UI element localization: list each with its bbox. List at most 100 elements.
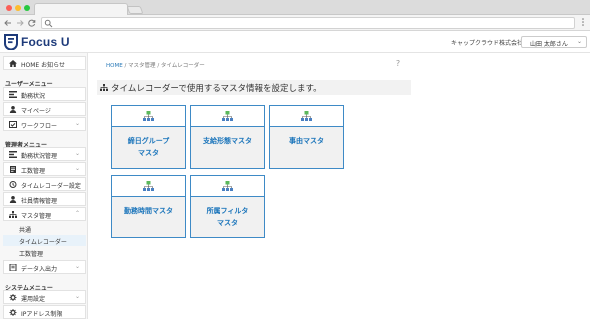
chevron-up-icon: ⌃ bbox=[74, 210, 80, 217]
chevron-down-icon: ⌄ bbox=[74, 293, 80, 300]
focus-u-logo-icon bbox=[4, 34, 18, 50]
sidebar-item-workflow[interactable]: ワークフロー ⌄ bbox=[3, 117, 86, 131]
user-name: 山田 太郎さん bbox=[530, 41, 568, 48]
clock-icon bbox=[9, 181, 17, 188]
chevron-down-icon: ⌄ bbox=[74, 180, 80, 187]
sidebar-item-label: HOME お知らせ bbox=[21, 62, 65, 69]
sidebar-subitem-label: 共通 bbox=[19, 227, 32, 234]
sidebar-item-label: データ入出力 bbox=[21, 266, 58, 273]
reload-button[interactable] bbox=[27, 17, 37, 28]
org-chart-icon bbox=[143, 111, 154, 121]
card-label-line1: 支給形態マスタ bbox=[203, 137, 252, 145]
sidebar-item-home[interactable]: HOME お知らせ bbox=[3, 56, 86, 70]
file-transfer-icon bbox=[9, 264, 17, 271]
sitemap-icon bbox=[100, 84, 108, 91]
maximize-window-button[interactable] bbox=[24, 5, 30, 11]
user-menu-select[interactable]: 山田 太郎さん ⌄ bbox=[521, 36, 587, 48]
card-label-line2: マスタ bbox=[217, 219, 238, 227]
card-label-line1: 所属フィルタ bbox=[206, 207, 249, 215]
sidebar-item-label: IPアドレス制限 bbox=[21, 311, 63, 318]
sidebar-subitem-manhours[interactable]: 工数管理 bbox=[3, 247, 86, 258]
user-icon bbox=[9, 106, 17, 113]
sidebar-item-label: マスタ管理 bbox=[21, 213, 52, 220]
sidebar-subitem-timerecorder[interactable]: タイムレコーダー bbox=[3, 235, 86, 246]
list-icon bbox=[9, 91, 17, 98]
sidebar-item-label: 勤務状況管理 bbox=[21, 153, 58, 160]
arrow-right-icon bbox=[17, 20, 24, 26]
card-work-hours-master[interactable]: 勤務時間マスタ bbox=[111, 175, 186, 238]
chevron-down-icon: ⌄ bbox=[74, 165, 80, 172]
sidebar-item-ip-restriction[interactable]: IPアドレス制限 bbox=[3, 305, 86, 319]
sidebar-item-timerecorder-settings[interactable]: タイムレコーダー設定 ⌄ bbox=[3, 177, 86, 191]
sidebar-item-attendance[interactable]: 勤務状況 bbox=[3, 87, 86, 101]
sidebar-item-operation-settings[interactable]: 運用設定 ⌄ bbox=[3, 290, 86, 304]
company-name: キャップクラウド株式会社 bbox=[451, 40, 524, 47]
card-header bbox=[191, 106, 264, 127]
breadcrumb-separator: / bbox=[157, 63, 160, 69]
sidebar-item-mypage[interactable]: マイページ bbox=[3, 102, 86, 116]
card-header bbox=[112, 106, 185, 127]
sidebar-subitem-label: タイムレコーダー bbox=[19, 239, 67, 246]
card-body: 締日グループ マスタ bbox=[112, 127, 185, 168]
chevron-down-icon: ⌄ bbox=[74, 120, 80, 127]
chevron-down-icon: ⌄ bbox=[576, 38, 582, 45]
org-chart-icon bbox=[222, 111, 233, 121]
sidebar-item-label: 工数管理 bbox=[21, 168, 46, 175]
page-title-bar: タイムレコーダーで使用するマスタ情報を設定します。 bbox=[97, 80, 411, 95]
list-icon bbox=[9, 151, 17, 158]
sidebar-item-label: 勤務状況 bbox=[21, 93, 46, 100]
user-icon bbox=[9, 196, 17, 203]
browser-tab[interactable] bbox=[34, 3, 128, 15]
sidebar-subitem-common[interactable]: 共通 bbox=[3, 223, 86, 234]
org-chart-icon bbox=[222, 181, 233, 191]
card-label-line1: 勤務時間マスタ bbox=[124, 207, 173, 215]
sidebar-item-manhours[interactable]: 工数管理 ⌄ bbox=[3, 162, 86, 176]
sidebar-item-attendance-admin[interactable]: 勤務状況管理 ⌄ bbox=[3, 147, 86, 161]
card-header bbox=[191, 176, 264, 197]
reload-icon bbox=[28, 19, 36, 27]
org-chart-icon bbox=[143, 181, 154, 191]
card-payment-type-master[interactable]: 支給形態マスタ bbox=[190, 105, 265, 169]
magnifier-icon bbox=[44, 19, 53, 28]
logo[interactable]: Focus U bbox=[4, 33, 84, 51]
sidebar-item-label: 運用設定 bbox=[21, 296, 46, 303]
card-body: 事由マスタ bbox=[270, 127, 343, 168]
minimize-window-button[interactable] bbox=[15, 5, 21, 11]
card-body: 勤務時間マスタ bbox=[112, 197, 185, 237]
card-closing-group-master[interactable]: 締日グループ マスタ bbox=[111, 105, 186, 169]
gear-icon bbox=[9, 309, 17, 316]
back-button[interactable] bbox=[3, 17, 13, 28]
help-button[interactable]: ? bbox=[394, 59, 402, 69]
card-label-line2: マスタ bbox=[138, 149, 159, 157]
org-chart-icon bbox=[301, 111, 312, 121]
chevron-down-icon: ⌄ bbox=[74, 263, 80, 270]
browser-tab-strip bbox=[0, 0, 590, 15]
breadcrumb-current: タイムレコーダー bbox=[160, 63, 205, 69]
breadcrumb-level1[interactable]: マスタ管理 bbox=[128, 63, 156, 69]
breadcrumb-home-link[interactable]: HOME bbox=[106, 63, 123, 69]
sitemap-icon bbox=[9, 211, 17, 218]
sidebar-item-label: ワークフロー bbox=[21, 123, 58, 130]
browser-menu-button[interactable] bbox=[580, 17, 586, 28]
sidebar-item-data-io[interactable]: データ入出力 ⌄ bbox=[3, 260, 86, 274]
card-body: 所属フィルタ マスタ bbox=[191, 197, 264, 237]
card-header bbox=[270, 106, 343, 127]
sidebar-item-label: 社員情報管理 bbox=[21, 198, 58, 205]
app-header: Focus U キャップクラウド株式会社 山田 太郎さん ⌄ bbox=[0, 31, 590, 53]
gear-icon bbox=[9, 294, 17, 301]
forward-button[interactable] bbox=[15, 17, 25, 28]
document-check-icon bbox=[9, 121, 17, 128]
sidebar-item-master[interactable]: マスタ管理 ⌃ bbox=[3, 207, 86, 221]
page-title: タイムレコーダーで使用するマスタ情報を設定します。 bbox=[111, 84, 322, 94]
card-department-filter-master[interactable]: 所属フィルタ マスタ bbox=[190, 175, 265, 238]
document-icon bbox=[10, 166, 16, 173]
card-label-line1: 締日グループ bbox=[127, 137, 170, 145]
close-window-button[interactable] bbox=[6, 5, 12, 11]
browser-toolbar bbox=[0, 15, 590, 31]
new-tab-button[interactable] bbox=[126, 6, 144, 14]
address-bar[interactable] bbox=[41, 17, 575, 29]
sidebar: HOME お知らせ ユーザーメニュー 勤務状況 マイページ ワークフロー ⌄ 管… bbox=[0, 53, 88, 319]
arrow-left-icon bbox=[4, 20, 11, 26]
sidebar-item-employee[interactable]: 社員情報管理 bbox=[3, 192, 86, 206]
card-reason-master[interactable]: 事由マスタ bbox=[269, 105, 344, 169]
